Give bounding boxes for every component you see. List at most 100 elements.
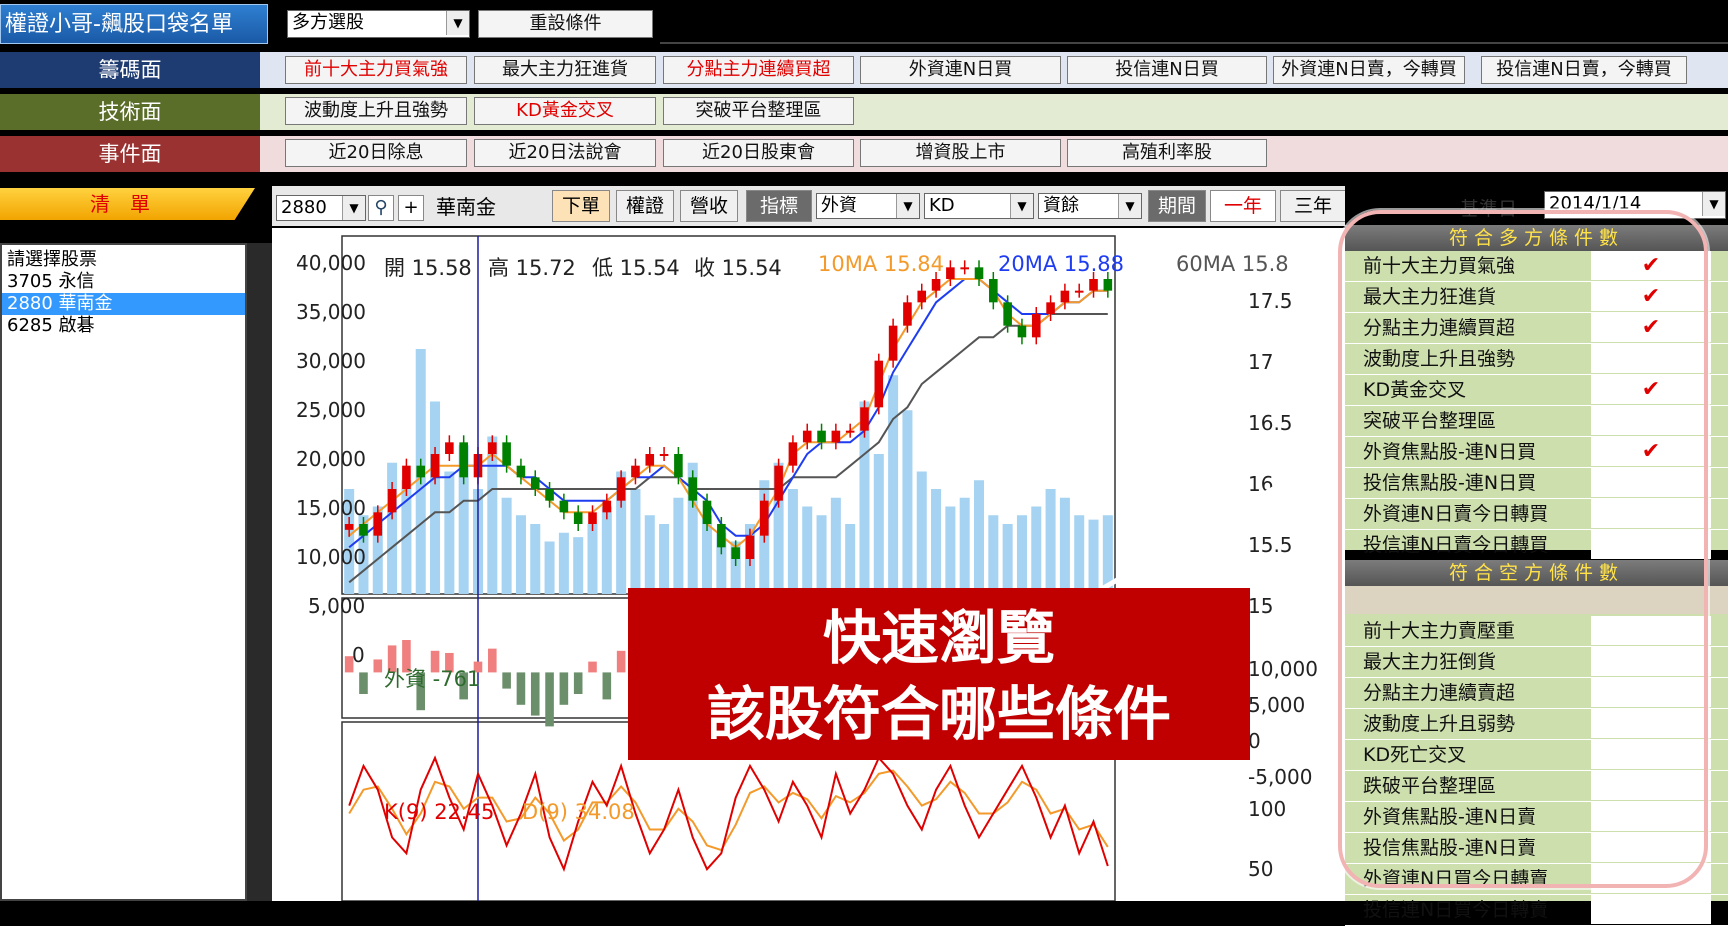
stock-list[interactable]: 請選擇股票 3705 永信 2880 華南金 6285 啟碁 [0, 243, 247, 901]
indicator-select-1[interactable]: 外資 ▼ [816, 193, 920, 219]
list-tab[interactable]: 清 單 [0, 186, 265, 222]
foreign-label: 外資 -761 [384, 667, 481, 691]
left-axis-tick: 5,000 [308, 594, 366, 618]
volume-bar [544, 541, 555, 594]
candle-body [888, 325, 898, 361]
volume-bar [988, 515, 999, 594]
chip-btn-1[interactable]: 前十大主力買氣強 [285, 56, 467, 84]
candle-body [845, 430, 855, 433]
foreign-bar [616, 650, 626, 673]
chevron-down-icon[interactable]: ▼ [1702, 192, 1725, 216]
search-icon[interactable]: ⚲ [368, 195, 394, 221]
candle-body [788, 442, 798, 466]
right-axis-tick: 17.5 [1248, 289, 1293, 313]
chevron-down-icon[interactable]: ▼ [342, 196, 365, 220]
foreign-bar [488, 648, 497, 673]
list-item[interactable]: 3705 永信 [2, 271, 245, 293]
volume-bar [945, 506, 956, 594]
chip-btn-7[interactable]: 投信連N日賣，今轉買 [1481, 56, 1687, 84]
event-btn-1[interactable]: 近20日除息 [285, 139, 467, 167]
indicator-select-2[interactable]: KD ▼ [924, 193, 1034, 219]
annotation-arrow [1098, 452, 1336, 593]
volume-bar [830, 497, 841, 594]
event-btn-2[interactable]: 近20日法說會 [474, 139, 656, 167]
left-axis-tick: 15,000 [296, 496, 366, 520]
chevron-down-icon[interactable]: ▼ [446, 11, 469, 35]
candle-body [402, 465, 411, 489]
candle-body [1046, 302, 1055, 314]
volume-bar [659, 524, 670, 594]
tech-btn-1[interactable]: 波動度上升且強勢 [285, 97, 467, 125]
left-axis-tick: 35,000 [296, 300, 366, 324]
strategy-select[interactable]: 多方選股 ▼ [287, 10, 470, 38]
volume-bar [630, 489, 641, 594]
revenue-button[interactable]: 營收 [680, 190, 738, 222]
chevron-down-icon[interactable]: ▼ [1010, 194, 1033, 218]
volume-bar [816, 515, 827, 594]
candle-body [502, 442, 511, 466]
indicator-label: 指標 [746, 190, 812, 222]
chip-btn-6[interactable]: 外資連N日賣，今轉買 [1273, 56, 1465, 84]
volume-bar [931, 489, 942, 594]
add-icon[interactable]: + [398, 195, 424, 221]
event-btn-3[interactable]: 近20日股東會 [663, 139, 854, 167]
price-info-high: 高 15.72 [488, 256, 576, 280]
volume-bar [916, 471, 927, 594]
candle-body [445, 442, 454, 454]
list-scroll-edge [247, 243, 272, 901]
chip-btn-3[interactable]: 分點主力連續買超 [663, 56, 854, 84]
candle-body [717, 524, 726, 548]
volume-bar [515, 515, 526, 594]
candle-body [602, 500, 612, 513]
volume-bar [1045, 489, 1056, 594]
candle-body [802, 430, 812, 443]
tech-btn-2[interactable]: KD黃金交叉 [474, 97, 656, 125]
foreign-bar [573, 672, 583, 694]
app-title: 權證小哥-飆股口袋名單 [0, 4, 268, 44]
volume-bar [587, 524, 598, 594]
candle-body [974, 267, 984, 279]
kd-axis-tick: 100 [1248, 797, 1287, 821]
volume-bar [1074, 515, 1085, 594]
chip-btn-2[interactable]: 最大主力狂進貨 [474, 56, 656, 84]
title-bar-fill [660, 4, 1728, 44]
left-axis-tick: 0 [352, 643, 365, 667]
candle-body [702, 500, 712, 524]
chip-btn-5[interactable]: 投信連N日買 [1067, 56, 1267, 84]
reset-button[interactable]: 重設條件 [478, 10, 653, 38]
chip-btn-4[interactable]: 外資連N日買 [860, 56, 1061, 84]
stock-code-input[interactable]: 2880 ▼ [276, 195, 366, 221]
list-item-selected[interactable]: 2880 華南金 [2, 293, 245, 315]
volume-bar [873, 454, 884, 594]
candle-body [373, 512, 383, 536]
volume-bar [1031, 506, 1042, 594]
check-icon [1591, 895, 1711, 924]
stock-code-value: 2880 [281, 197, 327, 218]
candle-body [745, 535, 755, 559]
strategy-select-value: 多方選股 [292, 12, 364, 33]
candle-body [1074, 290, 1084, 293]
warrant-button[interactable]: 權證 [616, 190, 674, 222]
candle-body [631, 465, 640, 478]
list-item[interactable]: 6285 啟碁 [2, 315, 245, 337]
volume-bar [558, 532, 569, 594]
candle-body [616, 477, 626, 501]
candle-body [416, 465, 426, 478]
app-title-text: 權證小哥-飆股口袋名單 [5, 12, 233, 37]
foreign-bar [530, 672, 540, 716]
order-button[interactable]: 下單 [552, 190, 610, 222]
chevron-down-icon[interactable]: ▼ [1118, 194, 1141, 218]
volume-bar [845, 524, 856, 594]
event-btn-4[interactable]: 增資股上市 [860, 139, 1061, 167]
ma20-label: 20MA 15.88 [998, 252, 1124, 276]
indicator-select-3[interactable]: 資餘 ▼ [1038, 193, 1142, 219]
volume-bar [1059, 497, 1070, 594]
period-three-years[interactable]: 三年 [1280, 190, 1346, 222]
period-one-year[interactable]: 一年 [1210, 190, 1276, 222]
chevron-down-icon[interactable]: ▼ [896, 194, 919, 218]
volume-bar [959, 497, 970, 594]
event-btn-5[interactable]: 高殖利率股 [1067, 139, 1267, 167]
volume-bar [888, 375, 899, 594]
tech-btn-3[interactable]: 突破平台整理區 [663, 97, 854, 125]
indicator-select-1-value: 外資 [821, 195, 857, 216]
